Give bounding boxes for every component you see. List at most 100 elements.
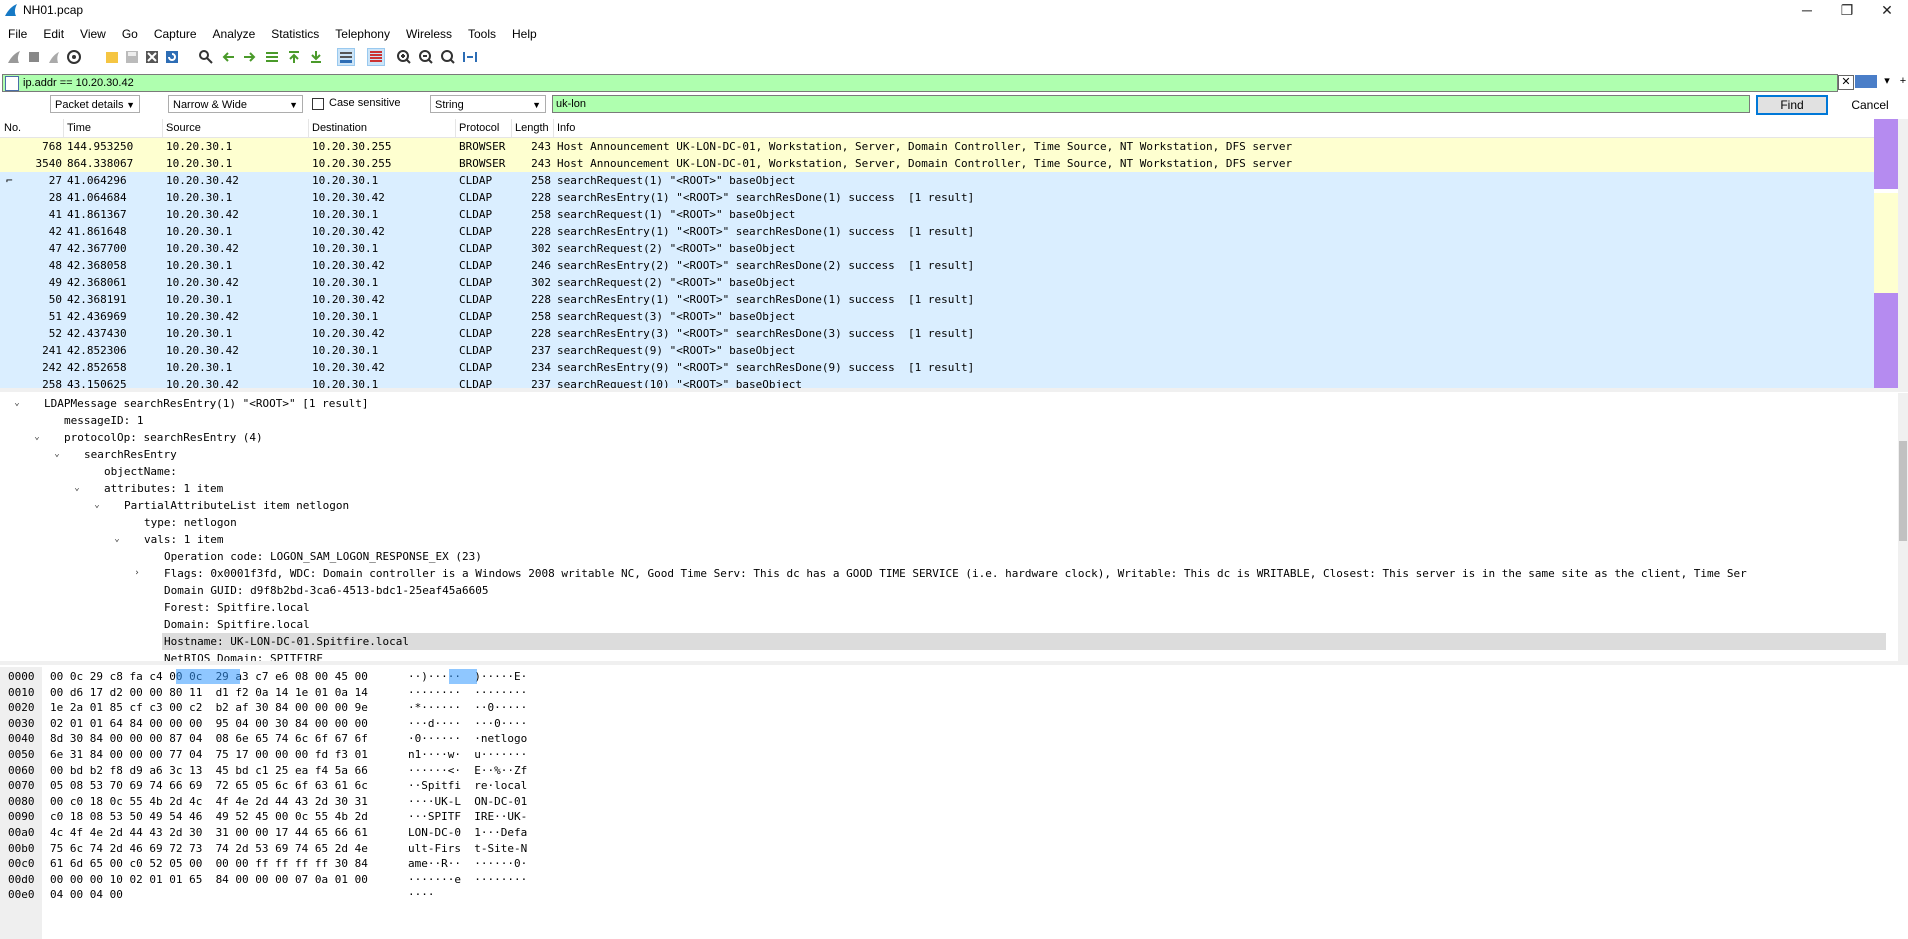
detail-tree-item[interactable]: attributes: 1 item: [104, 480, 223, 497]
find-button[interactable]: Find: [1756, 95, 1828, 115]
start-capture-icon[interactable]: [6, 49, 22, 65]
first-packet-icon[interactable]: [286, 49, 302, 65]
packet-row[interactable]: 242 42.852658 10.20.30.1 10.20.30.42 CLDAP 23…: [0, 359, 1874, 376]
menu-analyze[interactable]: Analyze: [205, 24, 264, 44]
close-button[interactable]: ✕: [1864, 0, 1908, 22]
byte-ascii[interactable]: ···SPITF IRE··UK-: [408, 809, 527, 824]
cancel-button[interactable]: Cancel: [1834, 95, 1906, 115]
byte-hex[interactable]: 00 00 00 10 02 01 01 65 84 00 00 00 07 0…: [50, 872, 368, 887]
stop-capture-icon[interactable]: [26, 49, 42, 65]
byte-hex[interactable]: 00 c0 18 0c 55 4b 2d 4c 4f 4e 2d 44 43 2…: [50, 794, 368, 809]
packet-minimap[interactable]: [1874, 119, 1898, 388]
byte-hex[interactable]: 04 00 04 00: [50, 887, 123, 902]
detail-tree-item[interactable]: vals: 1 item: [144, 531, 223, 548]
byte-ascii[interactable]: ······<· E··%··Zf: [408, 763, 527, 778]
search-scope-select[interactable]: Packet details ▼: [50, 95, 140, 113]
byte-ascii[interactable]: n1····w· u·······: [408, 747, 527, 762]
close-file-icon[interactable]: [144, 49, 160, 65]
byte-ascii[interactable]: ·0······ ·netlogo: [408, 731, 527, 746]
detail-tree-item[interactable]: Domain GUID: d9f8b2bd-3ca6-4513-bdc1-25e…: [164, 582, 489, 599]
detail-tree-item[interactable]: Domain: Spitfire.local: [164, 616, 310, 633]
chevron-down-icon[interactable]: ⌄: [52, 446, 62, 463]
menu-edit[interactable]: Edit: [35, 24, 72, 44]
detail-tree-item[interactable]: objectName:: [104, 463, 177, 480]
bookmark-icon[interactable]: [5, 76, 19, 91]
packet-row[interactable]: 42 41.861648 10.20.30.1 10.20.30.42 CLDAP 228…: [0, 223, 1874, 240]
byte-ascii[interactable]: ···d···· ···0····: [408, 716, 527, 731]
byte-ascii[interactable]: ········ ········: [408, 685, 527, 700]
chevron-down-icon[interactable]: ⌄: [72, 480, 82, 497]
detail-tree-item[interactable]: Flags: 0x0001f3fd, WDC: Domain controlle…: [164, 565, 1747, 582]
byte-ascii[interactable]: ame··R·· ······0·: [408, 856, 527, 871]
detail-tree-item[interactable]: PartialAttributeList item netlogon: [124, 497, 349, 514]
chevron-down-icon[interactable]: ⌄: [92, 497, 102, 514]
save-file-icon[interactable]: [124, 49, 140, 65]
byte-hex[interactable]: 4c 4f 4e 2d 44 43 2d 30 31 00 00 17 44 6…: [50, 825, 368, 840]
last-packet-icon[interactable]: [308, 49, 324, 65]
column-destination[interactable]: Destination: [312, 122, 367, 134]
menu-help[interactable]: Help: [504, 24, 545, 44]
byte-hex[interactable]: 61 6d 65 00 c0 52 05 00 00 00 ff ff ff f…: [50, 856, 368, 871]
packet-row[interactable]: 52 42.437430 10.20.30.1 10.20.30.42 CLDAP 228…: [0, 325, 1874, 342]
byte-hex[interactable]: c0 18 08 53 50 49 54 46 49 52 45 00 0c 5…: [50, 809, 368, 824]
menu-statistics[interactable]: Statistics: [263, 24, 327, 44]
chevron-down-icon[interactable]: ⌄: [12, 395, 22, 412]
find-packet-icon[interactable]: [198, 49, 214, 65]
packet-row[interactable]: 41 41.861367 10.20.30.42 10.20.30.1 CLDAP 258…: [0, 206, 1874, 223]
find-search-input[interactable]: uk-lon: [552, 95, 1750, 113]
byte-ascii[interactable]: LON-DC-0 1···Defa: [408, 825, 527, 840]
byte-hex[interactable]: 02 01 01 64 84 00 00 00 95 04 00 30 84 0…: [50, 716, 368, 731]
menu-view[interactable]: View: [72, 24, 114, 44]
detail-tree-item[interactable]: searchResEntry: [84, 446, 177, 463]
detail-tree-item[interactable]: NetBIOS Domain: SPITFIRE: [164, 650, 323, 661]
chevron-down-icon[interactable]: ⌄: [112, 531, 122, 548]
byte-ascii[interactable]: ····UK-L ON-DC-01: [408, 794, 527, 809]
detail-tree-item[interactable]: LDAPMessage searchResEntry(1) "<ROOT>" […: [44, 395, 369, 412]
byte-ascii[interactable]: ··Spitfi re·local: [408, 778, 527, 793]
filter-dropdown-icon[interactable]: ▾: [1880, 75, 1894, 88]
capture-options-icon[interactable]: [66, 49, 82, 65]
column-info[interactable]: Info: [557, 122, 575, 134]
column-no[interactable]: No.: [4, 122, 21, 134]
packet-row[interactable]: 3540 864.338067 10.20.30.1 10.20.30.255 BROW…: [0, 155, 1874, 172]
byte-ascii[interactable]: ·······e ········: [408, 872, 527, 887]
menu-tools[interactable]: Tools: [460, 24, 504, 44]
packet-row[interactable]: 49 42.368061 10.20.30.42 10.20.30.1 CLDAP 302…: [0, 274, 1874, 291]
add-filter-button-icon[interactable]: +: [1896, 75, 1908, 88]
packet-row[interactable]: 241 42.852306 10.20.30.42 10.20.30.1 CLDAP 23…: [0, 342, 1874, 359]
go-back-icon[interactable]: [220, 49, 236, 65]
char-width-select[interactable]: Narrow & Wide ▼: [168, 95, 303, 113]
display-filter-text[interactable]: ip.addr == 10.20.30.42: [23, 76, 134, 90]
packet-row[interactable]: 47 42.367700 10.20.30.42 10.20.30.1 CLDAP 302…: [0, 240, 1874, 257]
pane-splitter-2[interactable]: [0, 661, 1908, 665]
resize-columns-icon[interactable]: [462, 49, 478, 65]
packet-row[interactable]: 27 41.064296 10.20.30.42 10.20.30.1 CLDAP 258…: [0, 172, 1874, 189]
go-forward-icon[interactable]: [242, 49, 258, 65]
chevron-right-icon[interactable]: ›: [132, 565, 142, 582]
pane-splitter[interactable]: [0, 388, 1908, 392]
byte-hex[interactable]: 6e 31 84 00 00 00 77 04 75 17 00 00 00 f…: [50, 747, 368, 762]
column-length[interactable]: Length: [515, 122, 549, 134]
packet-row[interactable]: 768 144.953250 10.20.30.1 10.20.30.255 BROWS…: [0, 138, 1874, 155]
column-protocol[interactable]: Protocol: [459, 122, 499, 134]
packet-list-scrollbar[interactable]: [1898, 119, 1908, 388]
apply-filter-icon[interactable]: [1855, 75, 1877, 88]
menu-wireless[interactable]: Wireless: [398, 24, 460, 44]
zoom-out-icon[interactable]: [418, 49, 434, 65]
chevron-down-icon[interactable]: ⌄: [32, 429, 42, 446]
display-filter-input[interactable]: ip.addr == 10.20.30.42: [2, 74, 1838, 92]
menu-telephony[interactable]: Telephony: [327, 24, 398, 44]
details-scrollbar[interactable]: [1898, 393, 1908, 661]
byte-hex[interactable]: 75 6c 74 2d 46 69 72 73 74 2d 53 69 74 6…: [50, 841, 368, 856]
detail-tree-item[interactable]: Operation code: LOGON_SAM_LOGON_RESPONSE…: [164, 548, 482, 565]
detail-tree-item[interactable]: messageID: 1: [64, 412, 143, 429]
byte-ascii[interactable]: ult-Firs t-Site-N: [408, 841, 527, 856]
byte-hex[interactable]: 8d 30 84 00 00 00 87 04 08 6e 65 74 6c 6…: [50, 731, 368, 746]
menu-file[interactable]: File: [0, 24, 35, 44]
packet-row[interactable]: 28 41.064684 10.20.30.1 10.20.30.42 CLDAP 228…: [0, 189, 1874, 206]
autoscroll-icon[interactable]: [337, 48, 355, 66]
byte-hex[interactable]: 05 08 53 70 69 74 66 69 72 65 05 6c 6f 6…: [50, 778, 368, 793]
reload-file-icon[interactable]: [164, 49, 180, 65]
byte-ascii[interactable]: ·*······ ··0·····: [408, 700, 527, 715]
byte-hex[interactable]: 1e 2a 01 85 cf c3 00 c2 b2 af 30 84 00 0…: [50, 700, 368, 715]
